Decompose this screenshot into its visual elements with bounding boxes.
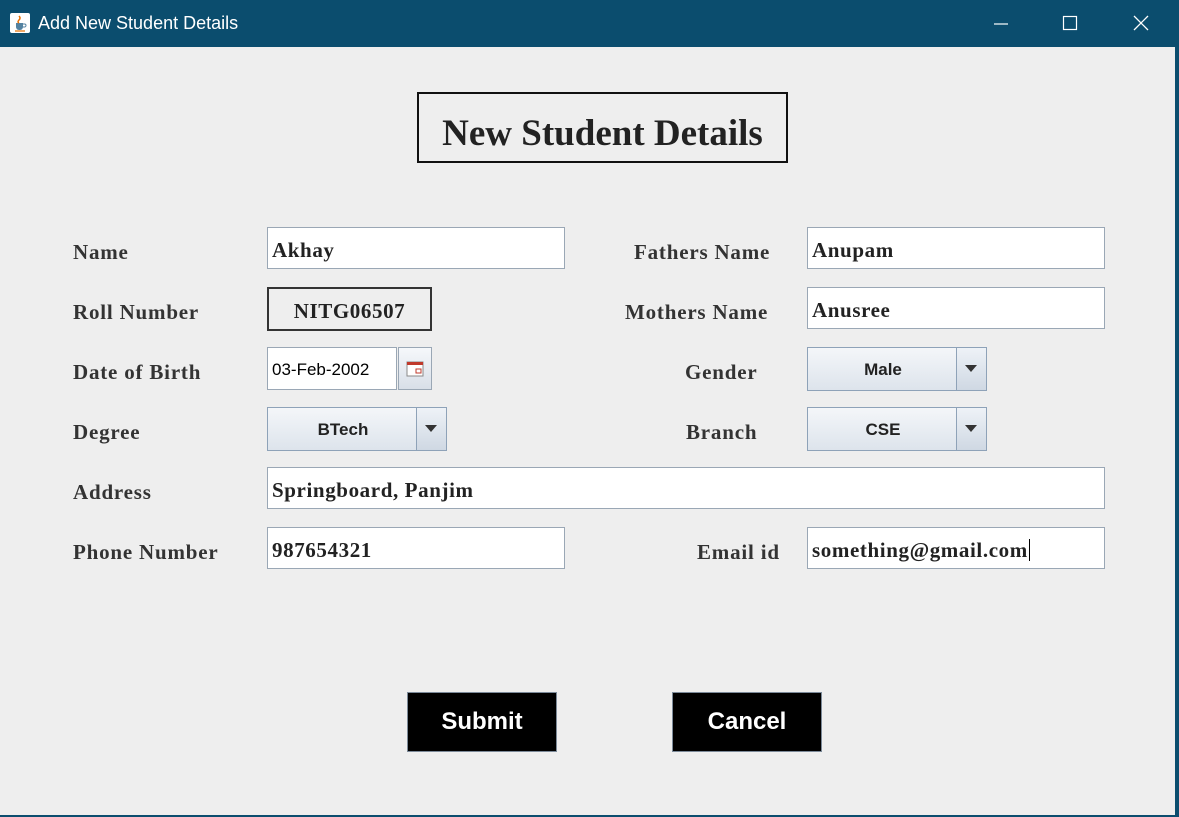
phone-label: Phone Number: [73, 540, 219, 564]
email-value: something@gmail.com: [812, 538, 1030, 563]
cancel-button[interactable]: Cancel: [672, 692, 822, 752]
chevron-down-icon: [965, 425, 977, 432]
maximize-button[interactable]: [1047, 0, 1093, 47]
degree-label: Degree: [73, 420, 141, 444]
roll-number-value: NITG06507: [293, 299, 406, 323]
branch-select[interactable]: CSE: [807, 407, 987, 451]
branch-selected: CSE: [865, 420, 901, 439]
window-title: Add New Student Details: [38, 13, 239, 33]
heading-box: New Student Details: [417, 92, 788, 163]
java-cup-icon: [10, 13, 30, 33]
fathers-name-value: Anupam: [812, 238, 894, 262]
branch-label: Branch: [686, 420, 758, 444]
phone-field[interactable]: 987654321: [267, 527, 565, 569]
branch-dropdown-button[interactable]: [956, 408, 986, 450]
page-title: New Student Details: [442, 113, 763, 154]
gender-selected: Male: [864, 360, 902, 379]
mothers-name-value: Anusree: [812, 298, 891, 322]
calendar-button[interactable]: [398, 347, 432, 390]
window-titlebar: Add New Student Details: [0, 0, 1179, 47]
degree-dropdown-button[interactable]: [416, 408, 446, 450]
gender-label: Gender: [685, 360, 758, 384]
text-cursor: [1028, 539, 1030, 561]
dob-label: Date of Birth: [73, 360, 202, 384]
maximize-icon: [1062, 15, 1078, 31]
email-field[interactable]: something@gmail.com: [807, 527, 1105, 569]
chevron-down-icon: [425, 425, 437, 432]
address-field[interactable]: Springboard, Panjim: [267, 467, 1105, 509]
chevron-down-icon: [965, 365, 977, 372]
minimize-icon: [994, 23, 1008, 25]
address-label: Address: [73, 480, 152, 504]
submit-button[interactable]: Submit: [407, 692, 557, 752]
mothers-name-field[interactable]: Anusree: [807, 287, 1105, 329]
fathers-name-label: Fathers Name: [634, 240, 771, 264]
phone-value: 987654321: [272, 538, 372, 562]
gender-select[interactable]: Male: [807, 347, 987, 391]
email-label: Email id: [697, 540, 780, 564]
form-panel: New Student Details Name Roll Number Dat…: [0, 47, 1175, 815]
fathers-name-field[interactable]: Anupam: [807, 227, 1105, 269]
name-value: Akhay: [272, 238, 335, 262]
calendar-icon: [406, 361, 424, 377]
close-button[interactable]: [1118, 0, 1164, 47]
dob-value: 03-Feb-2002: [272, 360, 370, 379]
degree-selected: BTech: [317, 420, 369, 439]
name-label: Name: [73, 240, 129, 264]
name-field[interactable]: Akhay: [267, 227, 565, 269]
gender-dropdown-button[interactable]: [956, 348, 986, 390]
degree-select[interactable]: BTech: [267, 407, 447, 451]
close-icon: [1133, 15, 1149, 31]
address-value: Springboard, Panjim: [272, 478, 474, 502]
roll-number-box: NITG06507: [267, 287, 432, 331]
email-text: something@gmail.com: [812, 538, 1028, 562]
dob-field[interactable]: 03-Feb-2002: [267, 347, 397, 390]
roll-number-label: Roll Number: [73, 300, 200, 324]
minimize-button[interactable]: [978, 0, 1024, 47]
mothers-name-label: Mothers Name: [625, 300, 769, 324]
